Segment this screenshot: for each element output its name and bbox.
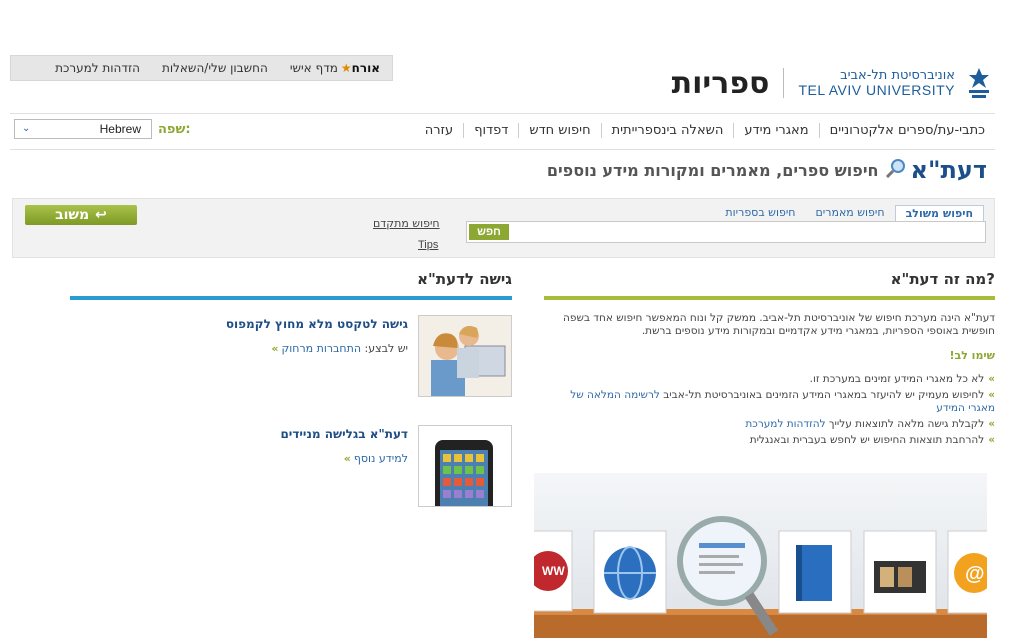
personal-shelf-label: מדף אישי	[289, 61, 338, 75]
remote-access-sub: יש לבצע: התחברות מרחוק»	[271, 342, 408, 355]
search-panel: חיפוש משולב חיפוש מאמרים חיפוש בספריות ח…	[12, 198, 995, 258]
illustration-svg: WW @	[534, 516, 987, 638]
university-emblem-icon	[969, 68, 989, 98]
search-illustration: WW @	[534, 473, 987, 638]
mobile-access-card: דעת"א בגלישה מניידים למידע נוסף»	[70, 425, 512, 509]
my-account-link[interactable]: החשבון שלי/השאלות	[162, 61, 268, 75]
double-chevron-icon: »	[271, 342, 279, 355]
bullet-icon: »	[988, 389, 995, 401]
daat-banner: דעת"א חיפוש ספרים, מאמרים ומקורות מידע נ…	[547, 156, 987, 184]
remote-access-sub-text: יש לבצע:	[361, 342, 409, 355]
login-link[interactable]: הזדהות למערכת	[55, 61, 140, 75]
about-section: מה זה דעת"א? דעת"א הינה מערכת חיפוש של א…	[544, 270, 995, 450]
remote-connection-link[interactable]: התחברות מרחוק	[281, 342, 361, 355]
library-logo[interactable]: אוניברסיטת תל-אביב TEL AVIV UNIVERSITY ס…	[672, 63, 995, 103]
nav-browse[interactable]: דפדוף	[463, 122, 518, 138]
list-item: »לחיפוש מעמיק יש להיעזר במאגרי המידע הזמ…	[544, 389, 995, 415]
main-nav: כתבי-עת/ספרים אלקטרוניים מאגרי מידע השאל…	[415, 117, 995, 143]
header-divider	[10, 113, 995, 114]
language-selector: Hebrew ⌄ שפה:	[14, 119, 191, 139]
mobile-access-sub: למידע נוסף»	[344, 452, 408, 465]
about-note: שימו לב!	[949, 349, 995, 362]
double-chevron-icon: »	[343, 452, 351, 465]
access-title: גישה לדעת"א	[70, 270, 512, 300]
list-item: »להרחבת תוצאות החיפוש יש לחפש בעברית ובא…	[544, 434, 995, 447]
svg-text:WW: WW	[542, 564, 565, 578]
nav-divider	[10, 149, 995, 150]
university-name-he: אוניברסיטת תל-אביב	[840, 68, 955, 83]
libraries-title: ספריות	[671, 65, 770, 101]
guest-label: אורח	[351, 61, 380, 75]
tab-articles-search[interactable]: חיפוש מאמרים	[806, 205, 895, 221]
language-select[interactable]: Hebrew	[14, 119, 152, 139]
user-bar: אורח ★ מדף אישי החשבון שלי/השאלות הזדהות…	[10, 55, 393, 81]
university-name: אוניברסיטת תל-אביב TEL AVIV UNIVERSITY	[798, 68, 955, 98]
more-info-link[interactable]: למידע נוסף	[354, 452, 408, 465]
tab-combined-search[interactable]: חיפוש משולב	[894, 205, 984, 221]
bullet-icon: »	[988, 434, 995, 446]
mobile-access-title[interactable]: דעת"א בגלישה מניידים	[280, 427, 408, 441]
logo-divider	[783, 68, 785, 98]
tab-libraries-search[interactable]: חיפוש בספריות	[715, 205, 805, 221]
daat-tagline: חיפוש ספרים, מאמרים ומקורות מידע נוספים	[546, 160, 879, 180]
list-item: »לא כל מאגרי המידע זמינים במערכת זו.	[544, 373, 995, 386]
bullet-icon: »	[988, 418, 995, 430]
university-name-en: TEL AVIV UNIVERSITY	[798, 82, 955, 98]
about-title: מה זה דעת"א?	[544, 270, 995, 300]
search-tabs: חיפוש משולב חיפוש מאמרים חיפוש בספריות	[715, 205, 984, 221]
nav-interlibrary-loan[interactable]: השאלה בינספרייתית	[600, 122, 734, 138]
nav-new-search[interactable]: חיפוש חדש	[518, 122, 600, 138]
personal-shelf-link[interactable]: ★ מדף אישי	[290, 61, 352, 75]
login-link-inline[interactable]: להזדהות למערכת	[745, 418, 825, 430]
family-image	[418, 315, 512, 397]
about-description: דעת"א הינה מערכת חיפוש של אוניברסיטת תל-…	[563, 312, 995, 337]
magnifier-icon	[885, 158, 907, 183]
remote-access-title[interactable]: גישה לטקסט מלא מחוץ לקמפוס	[226, 317, 408, 331]
feedback-label: משוב	[55, 207, 90, 223]
about-bullets: »לא כל מאגרי המידע זמינים במערכת זו. »לח…	[544, 373, 995, 447]
smartphone-image	[418, 425, 512, 507]
star-icon: ★	[340, 61, 352, 75]
search-input[interactable]: חפש	[466, 221, 986, 243]
bullet-text: לקבלת גישה מלאה לתוצאות עלייך	[825, 418, 985, 430]
search-button[interactable]: חפש	[469, 224, 509, 240]
daat-brand: דעת"א	[910, 156, 987, 184]
tips-link[interactable]: Tips	[418, 239, 438, 251]
language-label: שפה:	[158, 121, 191, 137]
nav-ejournals[interactable]: כתבי-עת/ספרים אלקטרוניים	[818, 122, 995, 138]
bullet-text: לחיפוש מעמיק יש להיעזר במאגרי המידע הזמי…	[659, 389, 985, 401]
feedback-button[interactable]: ↩ משוב	[25, 205, 137, 225]
language-select-wrap: Hebrew ⌄	[14, 119, 152, 139]
bullet-text: לא כל מאגרי המידע זמינים במערכת זו.	[809, 373, 985, 385]
nav-databases[interactable]: מאגרי מידע	[733, 122, 818, 138]
magnifier-graphic	[677, 516, 767, 606]
page: אורח ★ מדף אישי החשבון שלי/השאלות הזדהות…	[10, 55, 995, 638]
bullet-icon: »	[988, 373, 995, 385]
bullet-text: להרחבת תוצאות החיפוש יש לחפש בעברית ובאנ…	[749, 434, 985, 446]
access-section: גישה לדעת"א גישה לטקסט מלא מחוץ לקמפוס י…	[70, 270, 512, 507]
advanced-search-link[interactable]: חיפוש מתקדם	[373, 217, 440, 230]
remote-access-card: גישה לטקסט מלא מחוץ לקמפוס יש לבצע: התחב…	[70, 315, 512, 399]
nav-help[interactable]: עזרה	[415, 123, 463, 138]
list-item: »לקבלת גישה מלאה לתוצאות עלייך להזדהות ל…	[544, 418, 995, 431]
svg-text:@: @	[965, 563, 985, 585]
arrow-icon: ↩	[95, 207, 107, 223]
